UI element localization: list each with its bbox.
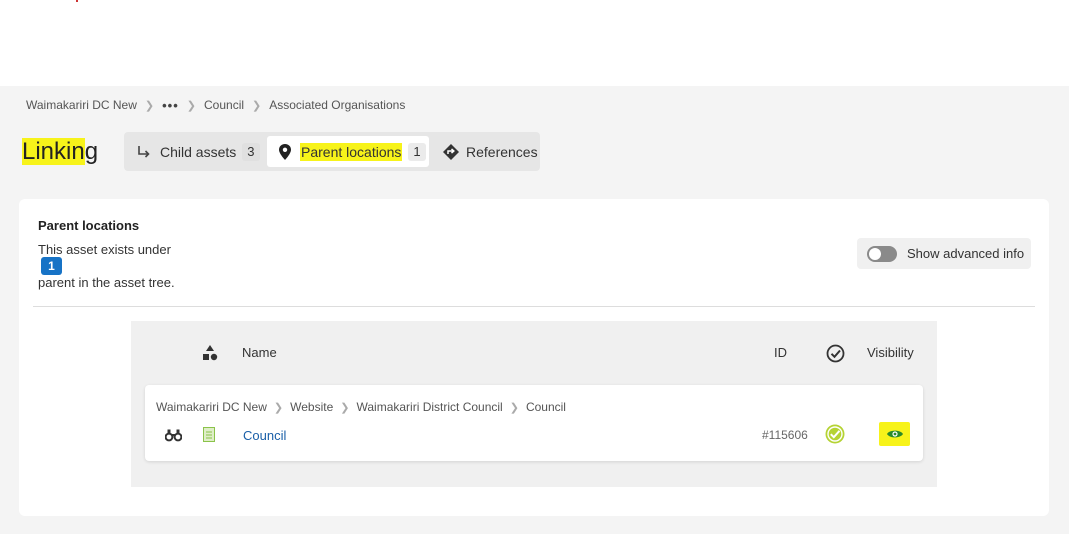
table-row[interactable]: Waimakariri DC New ❯ Website ❯ Waimakari…: [145, 385, 923, 461]
header-name[interactable]: Name: [242, 345, 277, 360]
row-path-item[interactable]: Council: [526, 400, 566, 414]
breadcrumb-item-current: Associated Organisations: [269, 98, 406, 112]
toggle-switch[interactable]: [867, 245, 897, 262]
header-type-icon: [201, 344, 219, 365]
map-pin-icon: [279, 143, 291, 160]
breadcrumb: Waimakariri DC New ❯ ••• ❯ Council ❯ Ass…: [26, 97, 405, 113]
tab-parent-locations[interactable]: Parent locations 1: [267, 136, 429, 167]
tab-parent-locations-count: 1: [408, 142, 426, 161]
tab-child-assets-count: 3: [242, 142, 260, 161]
tab-child-assets[interactable]: Child assets 3: [136, 136, 260, 167]
chevron-right-icon: ❯: [273, 401, 284, 414]
breadcrumb-item-council[interactable]: Council: [204, 98, 244, 112]
page-title: Linking: [22, 137, 98, 167]
divider: [33, 306, 1035, 307]
toggle-knob: [869, 247, 881, 260]
eye-icon: [886, 430, 903, 438]
card-description-before: This asset exists under: [38, 242, 171, 257]
card-title: Parent locations: [38, 218, 140, 233]
row-path-item[interactable]: Waimakariri District Council: [356, 400, 502, 414]
tab-parent-locations-label: Parent locations: [300, 142, 403, 161]
breadcrumb-more[interactable]: •••: [162, 98, 179, 113]
shapes-icon: [203, 345, 218, 361]
advanced-info-toggle[interactable]: Show advanced info: [857, 238, 1031, 269]
parent-locations-table: Name ID Visibility Waimakariri DC New ❯ …: [131, 321, 937, 487]
tab-references-label: References: [466, 143, 538, 160]
row-path: Waimakariri DC New ❯ Website ❯ Waimakari…: [156, 400, 566, 414]
diamond-arrow-icon: [443, 143, 459, 160]
breadcrumb-item-root[interactable]: Waimakariri DC New: [26, 98, 137, 112]
parent-locations-card: Parent locations This asset exists under…: [19, 199, 1049, 516]
chevron-right-icon: ❯: [509, 401, 519, 414]
check-badge-icon: [826, 344, 845, 363]
document-icon: [203, 427, 215, 442]
header-id[interactable]: ID: [774, 345, 787, 360]
parent-count-badge: 1: [41, 257, 62, 275]
binoculars-icon[interactable]: [165, 428, 182, 442]
visibility-toggle[interactable]: [879, 422, 910, 446]
header-status-icon: [826, 344, 845, 366]
page-title-highlighted: Linkin: [22, 138, 85, 165]
chevron-right-icon: ❯: [340, 401, 350, 414]
row-path-item[interactable]: Website: [290, 400, 333, 414]
status-check-icon: [825, 424, 845, 444]
chevron-right-icon: ❯: [144, 99, 155, 112]
tab-references[interactable]: References: [442, 136, 538, 167]
row-name-link[interactable]: Council: [243, 428, 286, 443]
chevron-right-icon: ❯: [252, 99, 262, 112]
chevron-right-icon: ❯: [186, 99, 196, 112]
top-dot: [76, 0, 78, 2]
top-bar: [0, 0, 1069, 86]
row-id: #115606: [762, 428, 808, 442]
child-arrow-icon: [138, 145, 150, 158]
linking-tabs: Child assets 3 Parent locations 1 Refere…: [124, 132, 540, 171]
advanced-info-label: Show advanced info: [907, 246, 1025, 261]
card-description-after: parent in the asset tree.: [38, 275, 175, 290]
page-title-rest: g: [84, 138, 99, 165]
tab-child-assets-label: Child assets: [160, 143, 237, 160]
header-visibility[interactable]: Visibility: [867, 345, 914, 360]
row-path-item[interactable]: Waimakariri DC New: [156, 400, 267, 414]
